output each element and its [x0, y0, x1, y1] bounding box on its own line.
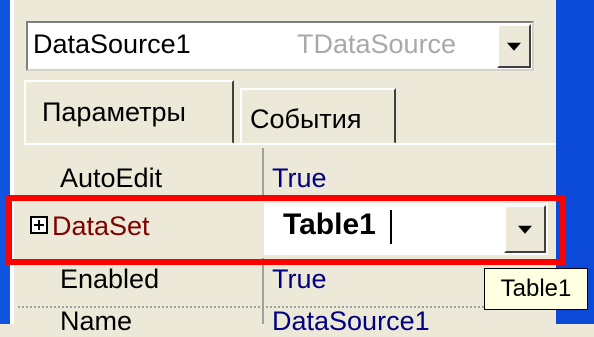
- property-value-autoedit[interactable]: True: [272, 163, 327, 194]
- tab-parameters-label: Параметры: [42, 97, 186, 127]
- tab-events-label: События: [250, 104, 362, 134]
- property-value-enabled[interactable]: True: [272, 264, 327, 295]
- component-type: TDataSource: [297, 29, 457, 59]
- window-border-inner: [10, 0, 14, 324]
- window-border-left: [0, 0, 10, 324]
- component-selector-dropdown-button[interactable]: [497, 24, 531, 68]
- chevron-down-icon: [507, 42, 521, 51]
- property-value-name[interactable]: DataSource1: [272, 306, 430, 337]
- component-name: DataSource1: [33, 29, 191, 59]
- value-tooltip: Table1: [484, 268, 588, 310]
- highlight-box: [6, 195, 566, 265]
- property-name-autoedit[interactable]: AutoEdit: [60, 163, 162, 194]
- property-name-enabled[interactable]: Enabled: [60, 264, 159, 295]
- property-name-name[interactable]: Name: [60, 306, 132, 337]
- tab-divider: [24, 143, 556, 145]
